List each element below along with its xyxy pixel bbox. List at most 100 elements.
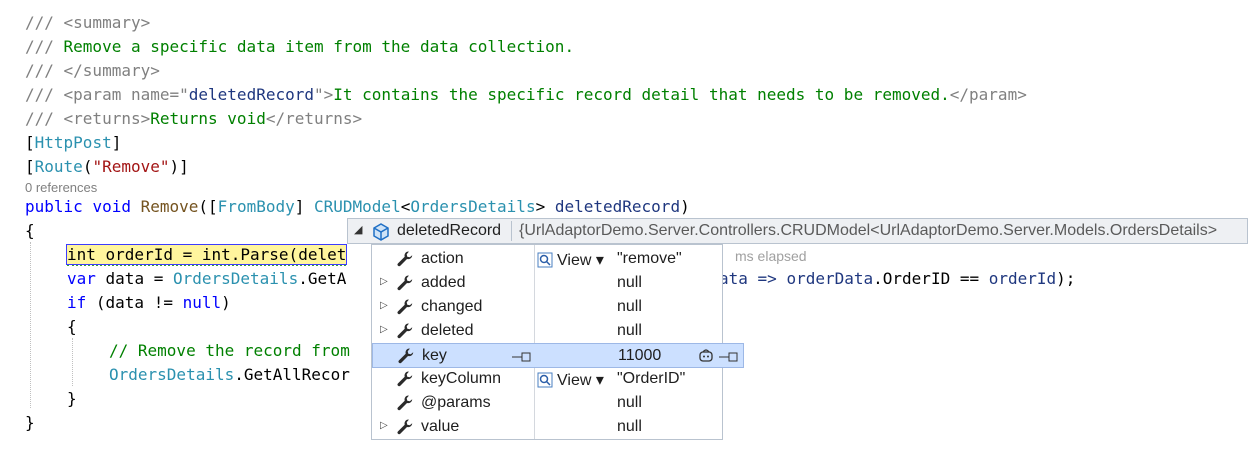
doc-comment-line: /// <summary> (25, 11, 150, 35)
expand-arrow-icon[interactable]: ▷ (380, 324, 388, 335)
doc-comment-line: /// Remove a specific data item from the… (25, 35, 574, 59)
member-row-keyColumn[interactable]: keyColumn View ▾ "OrderID" (372, 367, 722, 391)
property-wrench-icon (396, 394, 414, 412)
member-row-value[interactable]: ▷ value null (372, 415, 722, 439)
code-text: .OrderID == (873, 269, 989, 288)
collapse-triangle-icon[interactable]: ◢ (354, 223, 362, 236)
brace: { (67, 317, 77, 336)
visualizer-magnifier-icon[interactable] (537, 252, 553, 268)
member-value: null (617, 418, 642, 435)
view-dropdown-button[interactable]: View ▾ (557, 370, 604, 390)
doc-comment-tag: /// <summary> (25, 13, 151, 32)
property-wrench-icon (396, 370, 414, 388)
view-dropdown-button[interactable]: View ▾ (557, 250, 604, 270)
variable-name: orderData (786, 269, 874, 288)
code-text: (data != (86, 293, 183, 312)
brace: } (25, 413, 35, 432)
object-cube-icon (373, 223, 389, 241)
doc-comment-prefix: /// (25, 37, 64, 56)
property-wrench-icon (396, 322, 414, 340)
keyword: null (182, 293, 222, 312)
datatip-divider (511, 221, 512, 241)
datatip-variable-name: deletedRecord (397, 222, 502, 239)
elapsed-hint: ms elapsed (735, 248, 807, 264)
bracket: [ (25, 157, 35, 176)
member-value: 11000 (618, 347, 662, 364)
expand-arrow-icon[interactable]: ▷ (380, 420, 388, 431)
paren: ) (221, 293, 231, 312)
copilot-icon[interactable] (698, 348, 714, 364)
code-line: var data = OrdersDetails.GetA (67, 267, 346, 291)
member-row-added[interactable]: ▷ added null (372, 271, 722, 295)
paren: )] (169, 157, 189, 176)
member-row-action[interactable]: action View ▾ "remove" (372, 247, 722, 271)
parameter-name: deletedRecord (554, 197, 681, 216)
doc-comment-text: Remove a specific data item from the dat… (63, 37, 575, 56)
datatip-type-value: {UrlAdaptorDemo.Server.Controllers.CRUDM… (519, 222, 1218, 239)
codelens-references[interactable]: 0 references (25, 180, 97, 195)
member-name: changed (421, 298, 483, 315)
datatip-header[interactable]: ◢ deletedRecord {UrlAdaptorDemo.Server.C… (347, 218, 1248, 244)
paren: ) (680, 197, 690, 216)
indent-guide (72, 338, 73, 386)
member-name: deleted (421, 322, 474, 339)
doc-comment-text: It contains the specific record detail t… (333, 85, 950, 104)
member-name: value (421, 418, 460, 435)
method-name: Remove (140, 197, 199, 216)
member-value: null (617, 298, 642, 315)
property-wrench-icon (396, 298, 414, 316)
member-value: null (617, 274, 642, 291)
member-value: "remove" (617, 250, 682, 267)
attribute-name: HttpPost (34, 133, 112, 152)
brace: { (25, 221, 35, 240)
doc-comment-line: /// <returns>Returns void</returns> (25, 107, 362, 131)
member-name: @params (421, 394, 491, 411)
property-wrench-icon (396, 274, 414, 292)
doc-comment-tag: /// <param name=" (25, 85, 189, 104)
member-row-deleted[interactable]: ▷ deleted null (372, 319, 722, 343)
datatip-members-panel[interactable]: action View ▾ "remove" ▷ added null ▷ changed nu… (371, 244, 744, 440)
brace: } (67, 389, 77, 408)
paren: ( (82, 157, 93, 176)
doc-comment-line: /// </summary> (25, 59, 160, 83)
code-text: ); (1056, 269, 1076, 288)
property-wrench-icon (396, 250, 414, 268)
property-wrench-icon (396, 418, 414, 436)
brace-line: } (25, 411, 35, 435)
attribute-line: [Route("Remove")] (25, 155, 189, 179)
attribute-name: FromBody (217, 197, 295, 216)
doc-comment-tag: </returns> (265, 109, 363, 128)
member-row-changed[interactable]: ▷ changed null (372, 295, 722, 319)
pin-value-icon[interactable] (719, 350, 739, 362)
current-statement-text: int orderId = int.Parse(delet (67, 245, 347, 266)
code-text: .GetAllRecor (234, 365, 350, 384)
doc-comment-tag: /// <returns> (25, 109, 151, 128)
visualizer-magnifier-icon[interactable] (537, 372, 553, 388)
pin-icon[interactable] (512, 350, 532, 362)
expand-arrow-icon[interactable]: ▷ (380, 300, 388, 311)
keyword: var (67, 269, 96, 288)
member-value: null (617, 322, 642, 339)
keyword: void (92, 197, 131, 216)
keyword: public (25, 197, 83, 216)
member-row-params[interactable]: @params null (372, 391, 722, 415)
attribute-name: Route (34, 157, 83, 176)
variable-name: orderId (988, 269, 1057, 288)
brace-line: { (67, 315, 77, 339)
member-name: keyColumn (421, 370, 502, 387)
code-text: data = (95, 269, 173, 288)
doc-comment-tag: "> (314, 85, 334, 104)
code-line: if (data != null) (67, 291, 231, 315)
current-statement-line[interactable]: int orderId = int.Parse(delet (65, 243, 348, 267)
member-name: added (421, 274, 466, 291)
brace-line: { (25, 219, 35, 243)
member-value: null (617, 394, 642, 411)
member-name: key (422, 347, 447, 364)
type-name: OrdersDetails (109, 365, 235, 384)
member-row-key[interactable]: key 11000 (372, 343, 744, 368)
code-line-tail: ata => orderData.OrderID == orderId); (719, 267, 1075, 291)
expand-arrow-icon[interactable]: ▷ (380, 276, 388, 287)
property-wrench-icon (397, 347, 415, 365)
brace-line: } (67, 387, 77, 411)
type-name: OrdersDetails (172, 269, 299, 288)
